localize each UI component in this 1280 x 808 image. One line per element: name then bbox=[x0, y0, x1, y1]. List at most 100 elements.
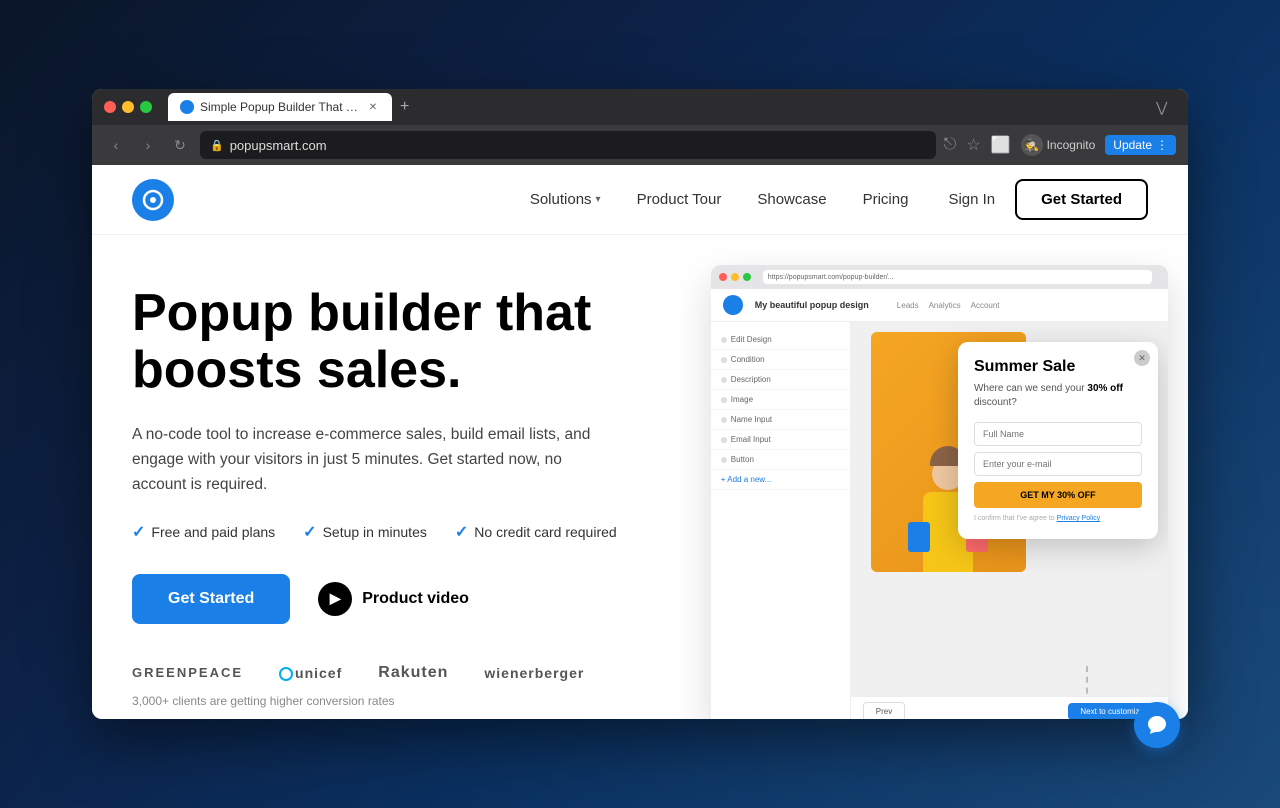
preview-sidebar: Edit Design Condition Description bbox=[711, 322, 851, 719]
preview-tab-account[interactable]: Account bbox=[971, 299, 1000, 312]
preview-titlebar: https://popupsmart.com/popup-builder/... bbox=[711, 265, 1168, 289]
tab-favicon bbox=[180, 100, 194, 114]
logo-icon bbox=[132, 179, 174, 221]
sidebar-dot-icon bbox=[721, 457, 727, 463]
wienerberger-logo: wienerberger bbox=[484, 665, 584, 681]
check-label-2: Setup in minutes bbox=[323, 524, 427, 540]
browser-toolbar: ‹ › ↻ 🔒 popupsmart.com ⎋ ☆ ⬜ 🕵 Incognito… bbox=[92, 125, 1188, 165]
rakuten-logo: Rakuten bbox=[378, 664, 448, 682]
hero-left: Popup builder that boosts sales. A no-co… bbox=[132, 285, 691, 689]
check-item-1: ✓ Free and paid plans bbox=[132, 522, 275, 542]
product-video-label: Product video bbox=[362, 590, 469, 608]
tab-close-button[interactable]: ✕ bbox=[366, 100, 380, 114]
sidebar-item-email-input[interactable]: Email Input bbox=[711, 430, 850, 450]
tab-bar: Simple Popup Builder That Bo... ✕ + bbox=[168, 93, 1148, 121]
sidebar-dot-icon bbox=[721, 357, 727, 363]
unicef-logo: unicef bbox=[279, 665, 342, 681]
incognito-icon: 🕵 bbox=[1021, 134, 1043, 156]
update-chevron-icon: ⋮ bbox=[1156, 138, 1168, 152]
bag-left bbox=[908, 522, 930, 552]
feature-checks: ✓ Free and paid plans ✓ Setup in minutes… bbox=[132, 522, 671, 542]
chat-bubble-button[interactable] bbox=[1134, 702, 1180, 748]
sidebar-item-name-input[interactable]: Name Input bbox=[711, 410, 850, 430]
browser-menu-button[interactable]: ⋁ bbox=[1156, 99, 1176, 116]
popup-title: Summer Sale bbox=[974, 358, 1142, 376]
incognito-badge: 🕵 Incognito bbox=[1021, 134, 1096, 156]
update-label: Update bbox=[1113, 138, 1152, 152]
back-button[interactable]: ‹ bbox=[104, 133, 128, 157]
sidebar-item-condition[interactable]: Condition bbox=[711, 350, 850, 370]
tab-title: Simple Popup Builder That Bo... bbox=[200, 100, 360, 114]
browser-window: Simple Popup Builder That Bo... ✕ + ⋁ ‹ … bbox=[92, 89, 1188, 719]
popup-close-button[interactable]: ✕ bbox=[1134, 350, 1150, 366]
browser-titlebar: Simple Popup Builder That Bo... ✕ + ⋁ bbox=[92, 89, 1188, 125]
new-tab-button[interactable]: + bbox=[392, 98, 417, 116]
preview-nav-tabs: Leads Analytics Account bbox=[897, 299, 1000, 312]
product-video-button[interactable]: ▶ Product video bbox=[318, 582, 469, 616]
popup-cta-button[interactable]: GET MY 30% OFF bbox=[974, 482, 1142, 508]
preview-dot-green bbox=[743, 273, 751, 281]
address-bar[interactable]: 🔒 popupsmart.com bbox=[200, 131, 936, 159]
preview-tabs: My beautiful popup design Leads Analytic… bbox=[711, 289, 1168, 322]
nav-showcase[interactable]: Showcase bbox=[757, 191, 826, 208]
cast-icon[interactable]: ⎋ bbox=[944, 136, 957, 154]
maximize-window-button[interactable] bbox=[140, 101, 152, 113]
active-tab[interactable]: Simple Popup Builder That Bo... ✕ bbox=[168, 93, 392, 121]
refresh-button[interactable]: ↻ bbox=[168, 133, 192, 157]
sidebar-item-button[interactable]: Button bbox=[711, 450, 850, 470]
preview-tab-analytics[interactable]: Analytics bbox=[929, 299, 961, 312]
traffic-lights bbox=[104, 101, 152, 113]
preview-main: ✕ Summer Sale Where can we send your 30%… bbox=[851, 322, 1168, 719]
check-label-3: No credit card required bbox=[474, 524, 616, 540]
preview-logo bbox=[723, 295, 743, 315]
check-icon-1: ✓ bbox=[132, 522, 145, 542]
popup-consent: I confirm that I've agree to Privacy Pol… bbox=[974, 514, 1142, 523]
preview-content: Edit Design Condition Description bbox=[711, 322, 1168, 719]
lock-icon: 🔒 bbox=[210, 139, 224, 152]
sign-in-button[interactable]: Sign In bbox=[948, 191, 995, 208]
clients-tagline: 3,000+ clients are getting higher conver… bbox=[132, 694, 671, 708]
check-icon-2: ✓ bbox=[303, 522, 316, 542]
preview-dot-red bbox=[719, 273, 727, 281]
sidebar-dot-icon bbox=[721, 337, 727, 343]
close-window-button[interactable] bbox=[104, 101, 116, 113]
update-button[interactable]: Update ⋮ bbox=[1105, 135, 1176, 155]
forward-button[interactable]: › bbox=[136, 133, 160, 157]
preview-tab-leads[interactable]: Leads bbox=[897, 299, 919, 312]
get-started-nav-button[interactable]: Get Started bbox=[1015, 179, 1148, 220]
nav-solutions[interactable]: Solutions ▾ bbox=[530, 191, 601, 208]
client-logos: GREENPEACE unicef Rakuten wienerberger bbox=[132, 664, 671, 682]
sidebar-item-image[interactable]: Image bbox=[711, 390, 850, 410]
sidebar-item-add-new[interactable]: + Add a new... bbox=[711, 470, 850, 490]
greenpeace-logo: GREENPEACE bbox=[132, 665, 243, 680]
check-item-2: ✓ Setup in minutes bbox=[303, 522, 427, 542]
privacy-policy-link[interactable]: Privacy Policy bbox=[1057, 515, 1101, 522]
preview-url: https://popupsmart.com/popup-builder/... bbox=[768, 274, 894, 281]
nav-product-tour[interactable]: Product Tour bbox=[637, 191, 722, 208]
get-started-button[interactable]: Get Started bbox=[132, 574, 290, 624]
extensions-icon[interactable]: ⬜ bbox=[991, 135, 1011, 155]
hero-section: Popup builder that boosts sales. A no-co… bbox=[92, 235, 1188, 719]
check-icon-3: ✓ bbox=[455, 522, 468, 542]
bookmark-icon[interactable]: ☆ bbox=[966, 135, 980, 155]
minimize-window-button[interactable] bbox=[122, 101, 134, 113]
popup-card: ✕ Summer Sale Where can we send your 30%… bbox=[958, 342, 1158, 539]
preview-dot-yellow bbox=[731, 273, 739, 281]
sidebar-dot-icon bbox=[721, 377, 727, 383]
popup-name-input[interactable] bbox=[974, 422, 1142, 446]
preview-bottom-nav: Prev Next to customize bbox=[851, 696, 1168, 719]
check-label-1: Free and paid plans bbox=[151, 524, 275, 540]
solutions-chevron-icon: ▾ bbox=[596, 194, 601, 205]
nav-links: Solutions ▾ Product Tour Showcase Pricin… bbox=[530, 191, 909, 208]
sidebar-item-description[interactable]: Description bbox=[711, 370, 850, 390]
preview-prev-button[interactable]: Prev bbox=[863, 702, 905, 719]
sidebar-dot-icon bbox=[721, 397, 727, 403]
preview-design-label: My beautiful popup design bbox=[755, 300, 869, 310]
hero-description: A no-code tool to increase e-commerce sa… bbox=[132, 423, 592, 497]
popup-email-input[interactable] bbox=[974, 452, 1142, 476]
logo[interactable] bbox=[132, 179, 174, 221]
play-icon: ▶ bbox=[318, 582, 352, 616]
nav-pricing[interactable]: Pricing bbox=[863, 191, 909, 208]
sidebar-item-edit-design[interactable]: Edit Design bbox=[711, 330, 850, 350]
popup-subtitle: Where can we send your 30% off discount? bbox=[974, 382, 1142, 410]
